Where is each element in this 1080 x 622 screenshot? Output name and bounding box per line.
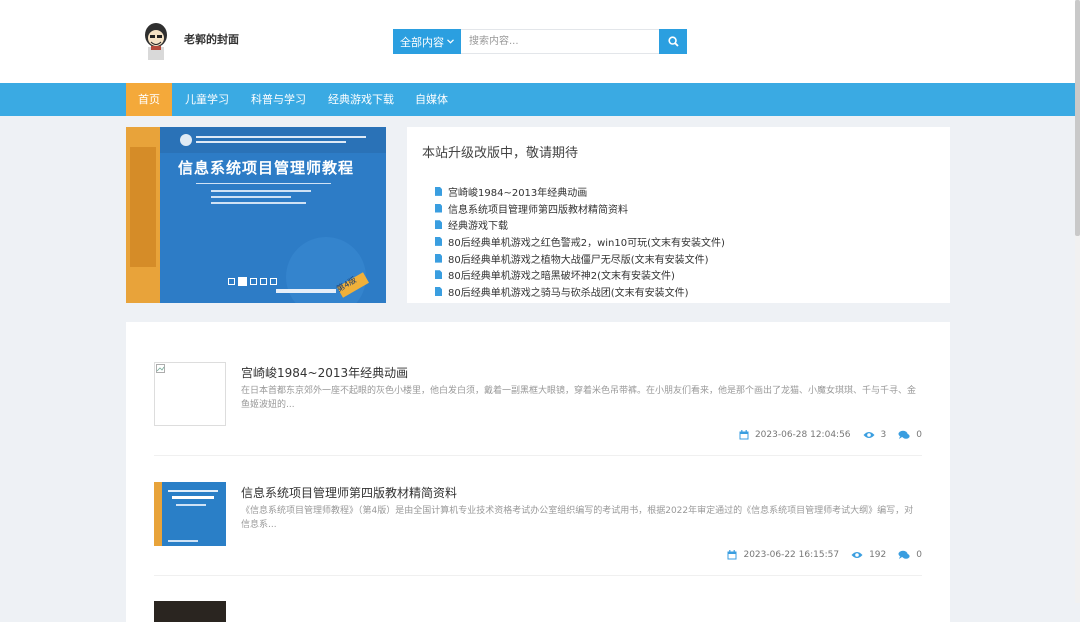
- chevron-down-icon: [447, 39, 454, 44]
- divider: [154, 455, 922, 456]
- post-meta: 2023-06-22 16:15:57 192 0: [727, 550, 922, 560]
- search-bar: 全部内容: [393, 29, 687, 54]
- post-meta: 2023-06-28 12:04:56 3 0: [739, 430, 922, 440]
- slider-dot-5[interactable]: [270, 278, 277, 285]
- search-button[interactable]: [659, 29, 687, 54]
- post-comments: 0: [916, 430, 922, 440]
- search-input[interactable]: [461, 29, 659, 54]
- slider-dot-3[interactable]: [250, 278, 257, 285]
- post-date: 2023-06-28 12:04:56: [754, 430, 851, 440]
- nav-item-kids-learning[interactable]: 儿童学习: [185, 83, 229, 116]
- eye-icon: [863, 432, 875, 438]
- notice-item-label: 宫崎峻1984~2013年经典动画: [448, 187, 588, 199]
- book-title: 信息系统项目管理师教程: [178, 159, 355, 177]
- notice-item-label: 80后经典单机游戏之红色警戒2，win10可玩(文末有安装文件): [448, 237, 725, 249]
- featured-slider[interactable]: 信息系统项目管理师教程 第4版: [126, 127, 386, 303]
- scrollbar-thumb[interactable]: [1075, 0, 1080, 236]
- post-excerpt: 在日本首都东京郊外一座不起眼的灰色小楼里，他白发白须，戴着一副黑框大眼镜，穿着米…: [241, 386, 917, 410]
- post-title[interactable]: 宫崎峻1984~2013年经典动画: [241, 364, 408, 381]
- notice-item-label: 80后经典单机游戏之植物大战僵尸无尽版(文末有安装文件): [448, 254, 709, 266]
- notice-item-label: 80后经典单机游戏之暗黑破坏神2(文末有安装文件): [448, 271, 675, 283]
- post-excerpt: 《信息系统项目管理师教程》（第4版）是由全国计算机专业技术资格考试办公室组织编写…: [241, 506, 914, 530]
- calendar-icon: [739, 430, 749, 440]
- comments-icon: [898, 550, 910, 559]
- slider-dots: [228, 277, 277, 286]
- doc-icon: [435, 253, 442, 263]
- notice-item[interactable]: 80后经典单机游戏之红色警戒2，win10可玩(文末有安装文件): [435, 233, 725, 250]
- notice-item-label: 80后经典单机游戏之骑马与砍杀战团(文末有安装文件): [448, 287, 689, 299]
- book-thumbnail-image: [154, 482, 226, 546]
- notice-item-label: 信息系统项目管理师第四版教材精简资料: [448, 204, 628, 216]
- divider: [154, 575, 922, 576]
- doc-icon: [435, 286, 442, 296]
- slider-dot-1[interactable]: [228, 278, 235, 285]
- doc-icon: [435, 236, 442, 246]
- slider-dot-4[interactable]: [260, 278, 267, 285]
- calendar-icon: [727, 550, 737, 560]
- post-thumbnail[interactable]: [154, 601, 226, 622]
- notice-item-label: 经典游戏下载: [448, 221, 508, 233]
- notice-item[interactable]: 宫崎峻1984~2013年经典动画: [435, 183, 725, 200]
- notice-list: 宫崎峻1984~2013年经典动画 信息系统项目管理师第四版教材精简资料 经典游…: [435, 183, 725, 300]
- main-nav: 首页 儿童学习 科普与学习 经典游戏下载 自媒体: [0, 83, 1075, 116]
- post-comments: 0: [916, 550, 922, 560]
- notice-item[interactable]: 80后经典单机游戏之暗黑破坏神2(文末有安装文件): [435, 266, 725, 283]
- post-views: 192: [869, 550, 887, 560]
- search-category-select[interactable]: 全部内容: [393, 29, 461, 54]
- post-views: 3: [880, 430, 887, 440]
- notice-item[interactable]: 经典游戏下载: [435, 216, 725, 233]
- site-name[interactable]: 老郭的封面: [184, 31, 239, 47]
- notice-item[interactable]: 信息系统项目管理师第四版教材精简资料: [435, 200, 725, 217]
- post-thumbnail[interactable]: [154, 482, 226, 546]
- notice-item[interactable]: 80后经典单机游戏之骑马与砍杀战团(文末有安装文件): [435, 283, 725, 300]
- nav-item-home[interactable]: 首页: [126, 83, 172, 116]
- doc-icon: [435, 270, 442, 280]
- notice-item[interactable]: 80后经典单机游戏之植物大战僵尸无尽版(文末有安装文件): [435, 250, 725, 267]
- site-logo[interactable]: [139, 20, 173, 60]
- post-list: 宫崎峻1984~2013年经典动画 在日本首都东京郊外一座不起眼的灰色小楼里，他…: [126, 322, 950, 622]
- nav-item-games[interactable]: 经典游戏下载: [328, 83, 394, 116]
- page-scrollbar[interactable]: [1075, 0, 1080, 603]
- notice-title: 本站升级改版中，敬请期待: [422, 146, 579, 161]
- doc-icon: [435, 186, 442, 196]
- post-title[interactable]: 信息系统项目管理师第四版教材精简资料: [241, 484, 457, 501]
- search-category-label: 全部内容: [400, 35, 444, 49]
- doc-icon: [435, 220, 442, 230]
- nav-item-science[interactable]: 科普与学习: [251, 83, 306, 116]
- post-thumbnail[interactable]: [154, 362, 226, 426]
- eye-icon: [851, 552, 863, 558]
- nav-item-media[interactable]: 自媒体: [415, 83, 448, 116]
- post-date: 2023-06-22 16:15:57: [743, 550, 840, 560]
- search-icon: [667, 36, 679, 47]
- site-header: 老郭的封面 全部内容: [0, 0, 1075, 83]
- broken-image-icon: [156, 364, 165, 373]
- doc-icon: [435, 203, 442, 213]
- slider-dot-2[interactable]: [238, 277, 247, 286]
- comments-icon: [898, 430, 910, 439]
- notice-panel: 本站升级改版中，敬请期待 宫崎峻1984~2013年经典动画 信息系统项目管理师…: [407, 127, 950, 303]
